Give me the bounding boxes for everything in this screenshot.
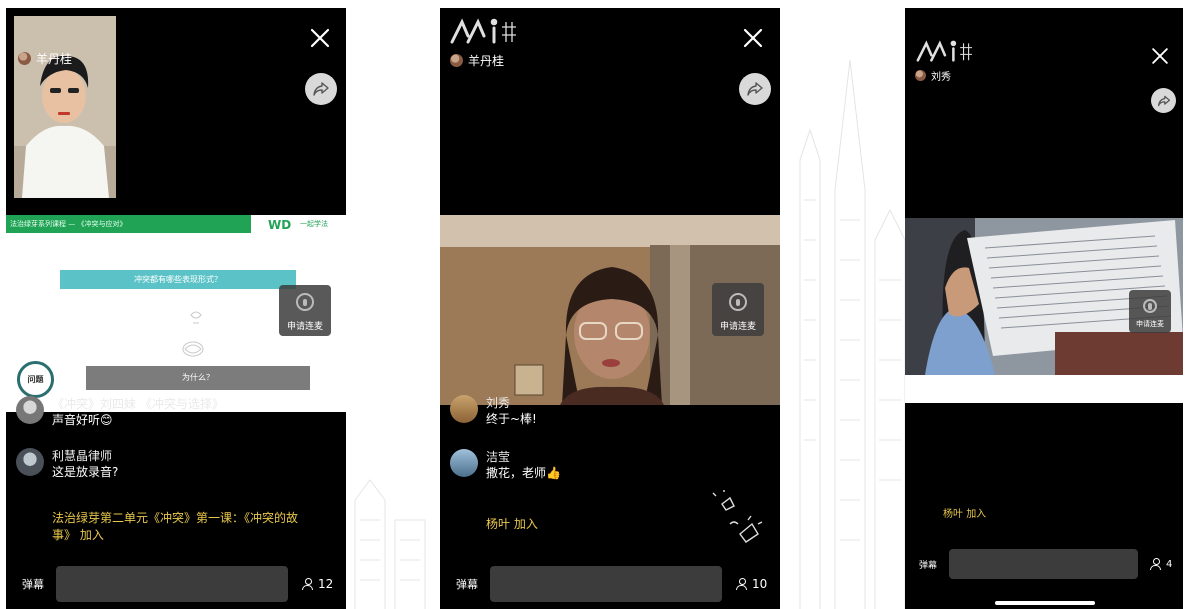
join-notice: 法治绿芽第二单元《冲突》第一课：《冲突的故事》 加入 [52,511,299,542]
bottom-bar: 弹幕 4 [919,549,1179,579]
person-icon [736,578,747,590]
mic-icon [296,293,314,311]
host-name: 羊丹桂 [36,52,73,66]
avatar [450,449,478,477]
danmu-label: 弹幕 [919,560,938,571]
slide-illustration [182,311,204,357]
list-item: 洁莹 撒花，老师👍 [450,449,561,481]
avatar [16,396,44,424]
danmu-input[interactable] [949,549,1139,579]
comment-author: 《冲突》刘四妹 《冲突与选择》 [52,397,224,411]
comment-text: 撒花，老师👍 [486,466,561,480]
danmu-input[interactable] [56,566,288,602]
host-name: 刘秀 [931,72,951,83]
share-button[interactable] [305,73,337,105]
mic-icon [1143,299,1157,313]
share-icon [1157,95,1170,106]
apply-mic-button[interactable]: 申请连麦 [1129,290,1171,333]
host-avatar [915,70,926,81]
slide-question: 冲突都有哪些表现形式？ [60,270,296,289]
apply-mic-button[interactable]: 申请连麦 [279,285,331,336]
close-icon[interactable] [306,24,334,52]
host-info: 羊丹桂 [18,50,72,67]
app-logo [916,40,972,62]
why-button[interactable]: 为什么？ [86,366,310,390]
list-item: 《冲突》刘四妹 《冲突与选择》 声音好听😊 [16,396,224,428]
join-notice: 杨叶 加入 [943,509,987,520]
host-avatar [18,52,31,65]
bottom-bar: 弹幕 12 [22,566,342,602]
danmu-label: 弹幕 [22,578,44,591]
host-info: 羊丹桂 [450,52,504,69]
host-name: 羊丹桂 [468,54,505,68]
list-item: 利慧晶律师 这是放录音? [16,448,118,480]
apply-mic-label: 申请连麦 [1136,320,1164,328]
apply-mic-label: 申请连麦 [286,322,323,332]
share-icon [313,82,329,96]
share-icon [747,82,763,96]
close-icon[interactable] [1148,44,1172,68]
person-icon [1150,558,1162,570]
viewer-count: 4 [1150,558,1172,570]
avatar [16,448,44,476]
comment-author: 利慧晶律师 [52,449,113,463]
danmu-label: 弹幕 [456,578,478,591]
live-phone-3: 刘秀 申请连麦 杨叶 加入 弹幕 4 [905,8,1183,609]
share-button[interactable] [739,73,771,105]
share-button[interactable] [1151,88,1176,113]
host-video-thumbnail[interactable] [14,16,116,198]
screenshot-canvas: 羊丹桂 法治绿芽系列课程 — 《冲突与应对》 WD 一起学法 冲突都有哪些表现形… [0,0,1186,609]
comment-text: 声音好听😊 [52,413,113,427]
comment-text: 终于~棒! [486,412,537,426]
avatar [450,395,478,423]
question-badge: 问题 [17,361,54,398]
live-phone-2: 羊丹桂 申请连麦 刘秀 终于~棒! 洁莹 撒花，老师👍 杨叶 加入 弹幕 10 [440,8,780,609]
home-indicator[interactable] [995,601,1095,605]
course-logo: 一起学法 [300,220,328,228]
person-icon [302,578,313,590]
app-logo [450,18,516,44]
building-sketch-background [799,59,906,609]
bottom-bar: 弹幕 10 [456,566,776,602]
apply-mic-label: 申请连麦 [719,322,756,332]
building-sketch-background-small [354,479,426,609]
host-avatar [450,54,463,67]
wd-logo: WD [268,218,292,232]
danmu-input[interactable] [490,566,722,602]
mic-icon [729,293,747,311]
viewer-count: 10 [736,577,767,591]
applause-doodle [712,490,763,543]
apply-mic-button[interactable]: 申请连麦 [712,283,764,336]
viewer-count: 12 [302,577,333,591]
gap-divider [905,375,1183,403]
comment-author: 刘秀 [486,396,511,410]
host-info: 刘秀 [915,68,951,83]
host-person-image [14,16,116,198]
join-notice: 杨叶 加入 [486,517,538,531]
comment-author: 洁莹 [486,450,511,464]
slide-header: 法治绿芽系列课程 — 《冲突与应对》 [6,215,251,233]
live-phone-1: 羊丹桂 法治绿芽系列课程 — 《冲突与应对》 WD 一起学法 冲突都有哪些表现形… [6,8,346,609]
comment-text: 这是放录音? [52,465,119,479]
close-icon[interactable] [739,24,767,52]
list-item: 刘秀 终于~棒! [450,395,537,427]
